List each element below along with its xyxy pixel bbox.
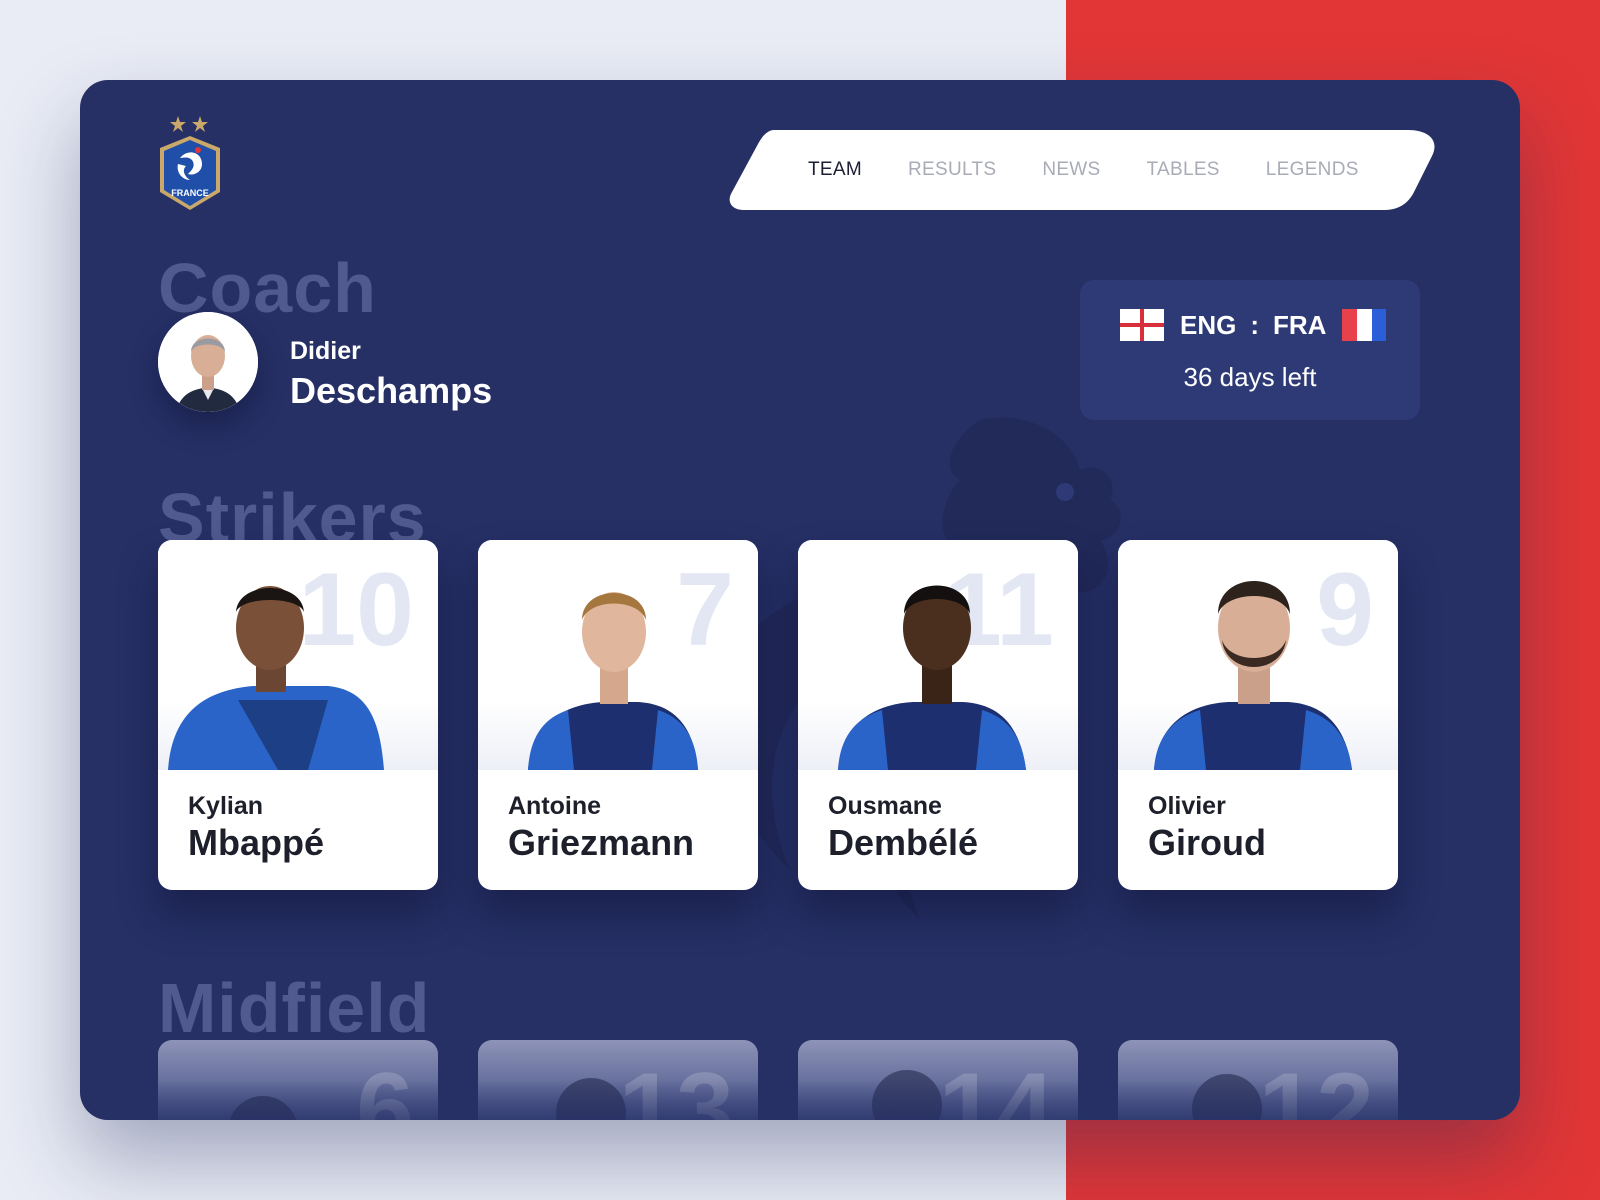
france-flag-icon xyxy=(1342,309,1387,341)
player-first-name: Kylian xyxy=(188,792,264,820)
next-match-card[interactable]: ENG : FRA 36 days left xyxy=(1080,280,1420,420)
nav-item-tables[interactable]: TABLES xyxy=(1147,159,1220,181)
nav-item-team[interactable]: TEAM xyxy=(808,159,862,181)
coach-last-name: Deschamps xyxy=(290,370,493,411)
player-portrait-icon xyxy=(168,586,384,770)
main-navigation: TEAM RESULTS NEWS TABLES LEGENDS xyxy=(728,130,1436,210)
coach-portrait-icon xyxy=(158,312,258,412)
player-card[interactable]: 11 Ousmane Dembélé xyxy=(798,540,1078,890)
fff-crest-icon[interactable]: FRANCE xyxy=(158,114,222,212)
score-separator: : xyxy=(1250,309,1260,340)
player-card[interactable]: 9 Olivier Giroud xyxy=(1118,540,1398,890)
player-photo: 7 xyxy=(478,540,758,770)
player-last-name: Giroud xyxy=(1148,822,1266,863)
scroll-fade xyxy=(80,1080,1520,1120)
player-last-name: Dembélé xyxy=(828,822,979,863)
main-panel: FRANCE TEAM RESULTS NEWS TABLES LEGENDS … xyxy=(80,80,1520,1120)
player-last-name: Griezmann xyxy=(508,822,695,863)
player-card[interactable]: 7 Antoine Griezmann xyxy=(478,540,758,890)
player-card[interactable]: 10 Kylian Mbappé xyxy=(158,540,438,890)
crest-text: FRANCE xyxy=(171,188,209,198)
player-photo: 9 xyxy=(1118,540,1398,770)
player-photo: 11 xyxy=(798,540,1078,770)
player-photo: 10 xyxy=(158,540,438,770)
england-flag-icon xyxy=(1120,309,1164,341)
nav-item-news[interactable]: NEWS xyxy=(1042,159,1100,181)
player-portrait-icon xyxy=(528,592,698,770)
player-first-name: Ousmane xyxy=(828,792,942,820)
player-last-name: Mbappé xyxy=(188,822,325,863)
nav-item-legends[interactable]: LEGENDS xyxy=(1266,159,1359,181)
player-first-name: Olivier xyxy=(1148,792,1226,820)
nav-item-results[interactable]: RESULTS xyxy=(908,159,996,181)
coach-first-name: Didier xyxy=(290,337,361,365)
away-team-code: FRA xyxy=(1273,309,1327,340)
player-portrait-icon xyxy=(1154,581,1352,770)
home-team-code: ENG xyxy=(1180,309,1237,340)
section-label-midfield: Midfield xyxy=(158,969,431,1047)
match-countdown: 36 days left xyxy=(1183,362,1317,392)
player-first-name: Antoine xyxy=(508,792,602,820)
coach-avatar[interactable] xyxy=(158,312,258,412)
player-portrait-icon xyxy=(838,585,1026,770)
